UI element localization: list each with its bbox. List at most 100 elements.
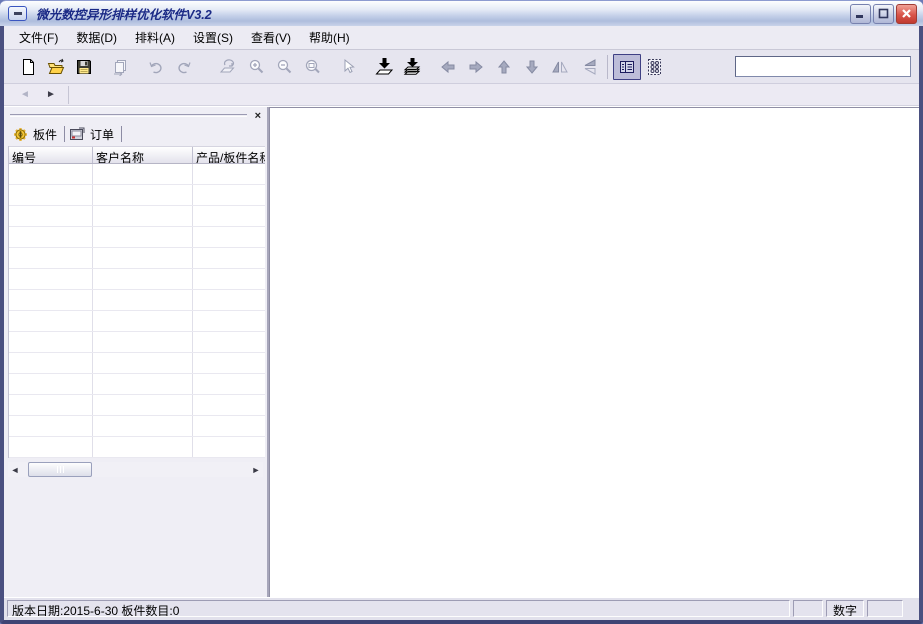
move-up-button[interactable] [490, 54, 518, 80]
open-button[interactable] [42, 54, 70, 80]
menu-view[interactable]: 查看(V) [242, 26, 300, 49]
menu-settings[interactable]: 设置(S) [184, 26, 242, 49]
toolbar [4, 50, 919, 84]
table-row[interactable] [9, 227, 265, 248]
dock-tabs: 板件 订单 [8, 122, 265, 146]
table-row[interactable] [9, 164, 265, 185]
table-cell [9, 332, 93, 352]
zoom-out-button[interactable] [270, 54, 298, 80]
menu-nesting[interactable]: 排料(A) [126, 26, 184, 49]
tab-panels[interactable]: 板件 [10, 124, 62, 145]
table-cell [9, 227, 93, 247]
panel-list-icon [618, 58, 636, 76]
move-down-button[interactable] [518, 54, 546, 80]
move-right-button[interactable] [462, 54, 490, 80]
dock-forward-button[interactable]: ► [38, 86, 64, 104]
import-stack-button[interactable] [398, 54, 426, 80]
scroll-left-button[interactable]: ◄ [8, 465, 22, 475]
table-row[interactable] [9, 311, 265, 332]
panel-table-body[interactable] [9, 164, 265, 458]
table-cell [93, 353, 193, 373]
scroll-thumb[interactable] [28, 462, 92, 477]
column-header-customer[interactable]: 客户名称 [93, 147, 193, 163]
scroll-track[interactable] [22, 462, 249, 477]
app-icon[interactable] [8, 6, 27, 21]
flip-horizontal-button[interactable] [546, 54, 574, 80]
table-row[interactable] [9, 206, 265, 227]
column-header-product[interactable]: 产品/板件名称 [193, 147, 265, 163]
move-right-icon [467, 58, 485, 76]
forward-arrow-icon: ► [46, 89, 56, 100]
panel-list-toggle-button[interactable] [613, 54, 641, 80]
panel-table: 编号 客户名称 产品/板件名称 [8, 146, 265, 458]
maximize-icon [878, 8, 889, 19]
menu-help[interactable]: 帮助(H) [300, 26, 359, 49]
table-row[interactable] [9, 353, 265, 374]
select-cursor-icon [339, 58, 357, 76]
dock-back-button[interactable]: ◄ [12, 86, 38, 104]
table-cell [93, 416, 193, 436]
dock-header: × [8, 109, 265, 122]
scroll-left-icon: ◄ [11, 465, 20, 475]
menu-bar: 文件(F) 数据(D) 排料(A) 设置(S) 查看(V) 帮助(H) [4, 26, 919, 50]
back-arrow-icon: ◄ [20, 89, 30, 100]
dock-close-button[interactable]: × [253, 111, 263, 121]
import-stack-icon [403, 57, 422, 76]
table-row[interactable] [9, 269, 265, 290]
save-icon [75, 58, 93, 76]
maximize-button[interactable] [873, 4, 894, 24]
rotate-part-button[interactable] [214, 54, 242, 80]
table-row[interactable] [9, 290, 265, 311]
table-cell [93, 206, 193, 226]
move-left-button[interactable] [434, 54, 462, 80]
dock-gripper[interactable] [10, 114, 247, 117]
table-row[interactable] [9, 185, 265, 206]
status-pane-1 [793, 600, 823, 617]
menu-data[interactable]: 数据(D) [67, 26, 126, 49]
table-row[interactable] [9, 374, 265, 395]
table-cell [9, 395, 93, 415]
menu-file[interactable]: 文件(F) [10, 26, 67, 49]
table-row[interactable] [9, 332, 265, 353]
save-button[interactable] [70, 54, 98, 80]
scroll-right-button[interactable]: ► [249, 465, 263, 475]
toolbar-input[interactable] [735, 56, 911, 77]
table-cell [93, 374, 193, 394]
dots-grid-button[interactable] [641, 54, 669, 80]
minimize-button[interactable] [850, 4, 871, 24]
scroll-right-icon: ► [252, 465, 261, 475]
flip-horizontal-icon [551, 58, 569, 76]
new-button[interactable] [14, 54, 42, 80]
table-row[interactable] [9, 416, 265, 437]
move-down-icon [523, 58, 541, 76]
tab-orders[interactable]: 订单 [67, 124, 119, 145]
close-button[interactable] [896, 4, 917, 24]
select-cursor-button[interactable] [334, 54, 362, 80]
order-form-icon [69, 126, 86, 143]
table-cell [93, 332, 193, 352]
table-cell [9, 185, 93, 205]
content-area: × 板件 [4, 106, 919, 597]
redo-button[interactable] [170, 54, 198, 80]
table-row[interactable] [9, 437, 265, 458]
table-cell [93, 269, 193, 289]
close-icon [901, 8, 912, 19]
table-row[interactable] [9, 395, 265, 416]
dock-hscrollbar: ◄ ► [8, 462, 263, 477]
tab-panels-label: 板件 [33, 126, 57, 143]
window-title: 微光数控异形排样优化软件V3.2 [36, 4, 850, 23]
table-cell [93, 227, 193, 247]
table-row[interactable] [9, 248, 265, 269]
undo-button[interactable] [142, 54, 170, 80]
column-header-id[interactable]: 编号 [9, 147, 93, 163]
table-cell [9, 416, 93, 436]
copy-button[interactable] [106, 54, 134, 80]
zoom-in-button[interactable] [242, 54, 270, 80]
drawing-canvas[interactable] [269, 107, 919, 597]
table-cell [93, 311, 193, 331]
status-message: 版本日期:2015-6-30 板件数目:0 [7, 600, 790, 617]
import-sheet-button[interactable] [370, 54, 398, 80]
minimize-icon [855, 8, 866, 19]
flip-vertical-button[interactable] [574, 54, 602, 80]
zoom-region-button[interactable] [298, 54, 326, 80]
